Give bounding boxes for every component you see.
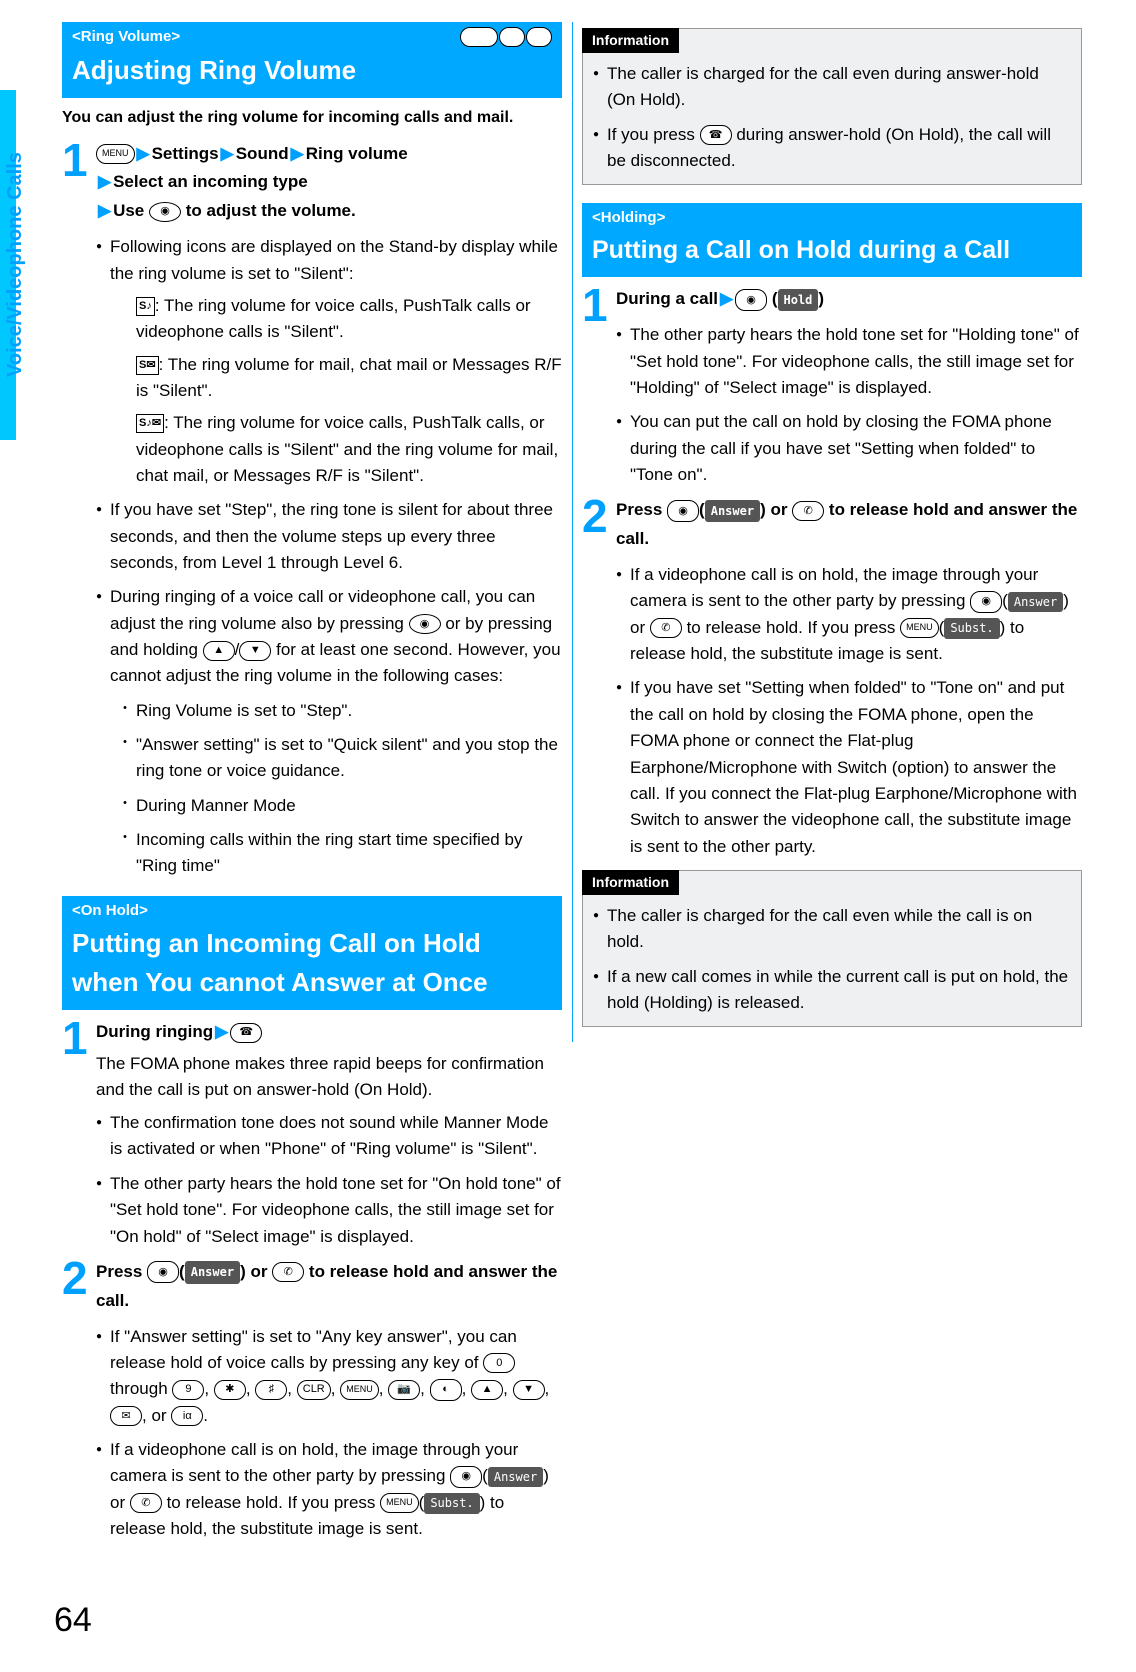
bullet: If a videophone call is on hold, the ima… (616, 562, 1082, 667)
side-tab-label: Voice/Videophone Calls (0, 90, 30, 440)
information-label: Information (582, 28, 679, 53)
step-1: 1 During a call▶◉ (Hold) The other party… (582, 285, 1082, 488)
answer-softkey: Answer (1008, 592, 1063, 613)
bullet: The other party hears the hold tone set … (616, 322, 1082, 401)
soft-key-icon: ◐ (430, 1379, 462, 1401)
section-title: Putting an Incoming Call on Hold when Yo… (72, 924, 552, 1002)
bullet: The caller is charged for the call even … (593, 903, 1071, 956)
bullet: If you have set "Step", the ring tone is… (96, 497, 562, 576)
nav-key-icon: ◉ (409, 614, 441, 634)
step-1: 1 MENU▶Settings▶Sound▶Ring volume ▶Selec… (62, 140, 562, 880)
right-column: Information The caller is charged for th… (582, 18, 1082, 1542)
imode-key-icon: iα (171, 1406, 203, 1426)
answer-softkey: Answer (705, 500, 760, 522)
center-key-icon: ◉ (667, 500, 699, 522)
left-column: <Ring Volume> MENU 5 0 Adjusting Ring Vo… (62, 18, 562, 1542)
step-number: 2 (582, 496, 616, 860)
up-key-icon: ▲ (471, 1380, 503, 1400)
section-title: Adjusting Ring Volume (72, 51, 552, 90)
bullet: You can put the call on hold by closing … (616, 409, 1082, 488)
nav-key-icon: ◉ (149, 202, 181, 222)
bullet: If you press ☎ during answer-hold (On Ho… (593, 122, 1071, 175)
bullet: The other party hears the hold tone set … (96, 1171, 562, 1250)
answer-softkey: Answer (488, 1467, 543, 1488)
step-1: 1 During ringing▶☎ The FOMA phone makes … (62, 1018, 562, 1250)
information-label: Information (582, 870, 679, 895)
center-key-icon: ◉ (147, 1261, 179, 1283)
sub-bullet: Ring Volume is set to "Step". (110, 698, 562, 724)
section-tag: <Ring Volume> (72, 26, 180, 49)
page-number: 64 (54, 1595, 92, 1646)
camera-key-icon: 📷 (388, 1380, 420, 1400)
step-nav: MENU▶Settings▶Sound▶Ring volume ▶Select … (96, 140, 562, 227)
step-text: The FOMA phone makes three rapid beeps f… (96, 1051, 562, 1102)
menu-key-icon: MENU (340, 1380, 379, 1400)
information-box: Information The caller is charged for th… (582, 28, 1082, 185)
silent-icon: S♪✉ (136, 414, 164, 433)
bullet: If you have set "Setting when folded" to… (616, 675, 1082, 859)
center-key-icon: ◉ (450, 1466, 482, 1488)
hash-key-icon: ♯ (255, 1380, 287, 1400)
center-key-icon: ◉ (970, 591, 1002, 613)
digit-key-icon: 9 (172, 1380, 204, 1400)
star-key-icon: ✱ (214, 1380, 246, 1400)
silent-icon: S✉ (136, 356, 159, 375)
bullet: The confirmation tone does not sound whi… (96, 1110, 562, 1163)
answer-softkey: Answer (185, 1261, 240, 1283)
step-number: 1 (582, 285, 616, 488)
menu-key-icon: MENU (380, 1493, 419, 1513)
section-title: Putting a Call on Hold during a Call (592, 232, 1072, 270)
mail-key-icon: ✉ (110, 1406, 142, 1426)
step-number: 2 (62, 1258, 96, 1543)
bullet: During ringing of a voice call or videop… (96, 584, 562, 879)
information-box: Information The caller is charged for th… (582, 870, 1082, 1027)
subst-softkey: Subst. (424, 1493, 479, 1514)
bullet: Following icons are displayed on the Sta… (96, 234, 562, 489)
bullet: If "Answer setting" is set to "Any key a… (96, 1324, 562, 1429)
up-key-icon: ▲ (203, 641, 235, 661)
bullet: The caller is charged for the call even … (593, 61, 1071, 114)
sub-bullet: Incoming calls within the ring start tim… (110, 827, 562, 880)
section-tag: <Holding> (592, 207, 665, 230)
down-key-icon: ▼ (239, 641, 271, 661)
clr-key-icon: CLR (297, 1380, 331, 1400)
sub-bullet: "Answer setting" is set to "Quick silent… (110, 732, 562, 785)
end-key-icon: ☎ (700, 125, 732, 145)
menu-shortcut: MENU 5 0 (460, 27, 553, 47)
step-2: 2 Press ◉(Answer) or ✆ to release hold a… (62, 1258, 562, 1543)
silent-icon: S♪ (136, 297, 155, 316)
step-2: 2 Press ◉(Answer) or ✆ to release hold a… (582, 496, 1082, 860)
subst-softkey: Subst. (944, 618, 999, 639)
step-number: 1 (62, 140, 96, 880)
section-on-hold-header: <On Hold> Putting an Incoming Call on Ho… (62, 896, 562, 1011)
hold-softkey: Hold (778, 289, 819, 311)
end-key-icon: ☎ (230, 1023, 262, 1043)
bullet: If a new call comes in while the current… (593, 964, 1071, 1017)
bullet: If a videophone call is on hold, the ima… (96, 1437, 562, 1542)
section-intro: You can adjust the ring volume for incom… (62, 106, 562, 130)
call-key-icon: ✆ (650, 618, 682, 638)
menu-key-icon: MENU (900, 618, 939, 638)
call-key-icon: ✆ (272, 1262, 304, 1282)
step-number: 1 (62, 1018, 96, 1250)
section-holding-header: <Holding> Putting a Call on Hold during … (582, 203, 1082, 277)
call-key-icon: ✆ (792, 501, 824, 521)
down-key-icon: ▼ (513, 1380, 545, 1400)
menu-key-icon: MENU (96, 144, 135, 164)
section-ring-volume-header: <Ring Volume> MENU 5 0 Adjusting Ring Vo… (62, 22, 562, 98)
center-key-icon: ◉ (735, 289, 767, 311)
digit-key-icon: 0 (483, 1353, 515, 1373)
sub-bullet: During Manner Mode (110, 793, 562, 819)
section-tag: <On Hold> (72, 900, 148, 923)
call-key-icon: ✆ (130, 1493, 162, 1513)
